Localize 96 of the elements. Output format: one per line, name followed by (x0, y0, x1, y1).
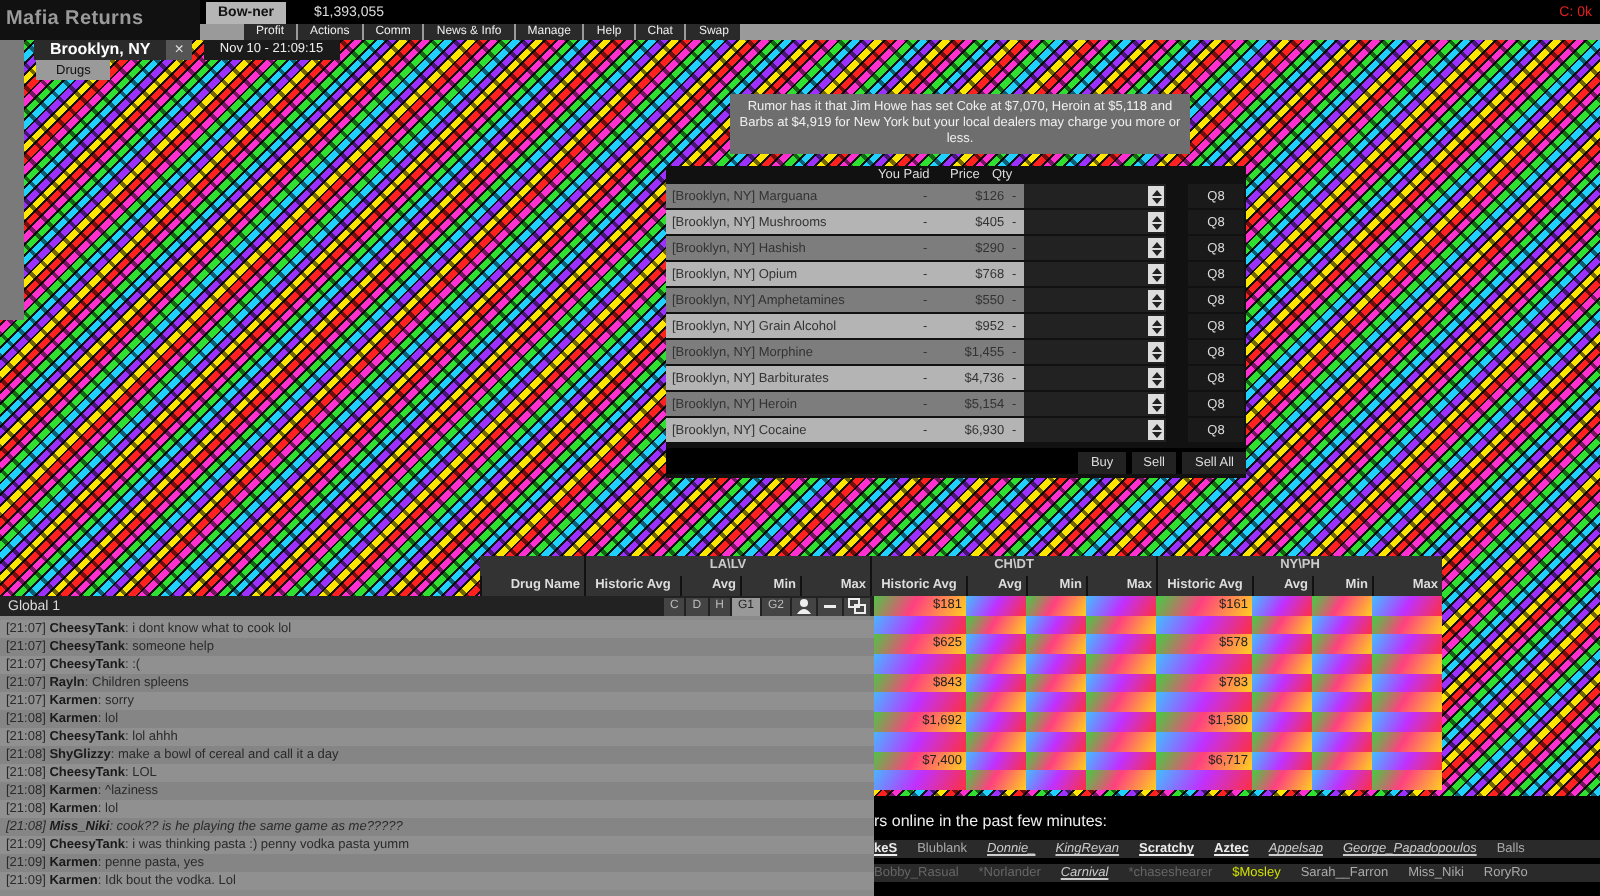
colored-cell (1252, 596, 1312, 616)
spinner-icon[interactable] (1148, 316, 1164, 336)
colored-cell (1252, 615, 1312, 635)
colored-cell (966, 596, 1026, 616)
colored-cell (1156, 731, 1252, 751)
colored-cell (1312, 770, 1372, 790)
colored-cell (1156, 692, 1252, 713)
colored-cell (1026, 712, 1086, 732)
colored-cell (1372, 634, 1442, 655)
colored-cell (1086, 731, 1156, 751)
colored-cell (966, 692, 1026, 713)
colored-cell (1252, 770, 1312, 790)
colored-cell (1312, 634, 1372, 655)
colored-cell (870, 692, 966, 713)
colored-cell (1026, 751, 1086, 771)
colored-cell (1252, 692, 1312, 713)
spinner-icon[interactable] (1148, 264, 1164, 284)
colored-cell (1026, 654, 1086, 674)
colored-cell (1372, 692, 1442, 713)
colored-cell (1372, 596, 1442, 616)
colored-cell (1156, 615, 1252, 635)
colored-cell (1086, 770, 1156, 790)
colored-cell (1026, 615, 1086, 635)
colored-cell (1026, 731, 1086, 751)
quantity-field[interactable] (1024, 236, 1166, 260)
colored-cell (1026, 692, 1086, 713)
colored-cell (1252, 751, 1312, 771)
spinner-icon[interactable] (1148, 342, 1164, 362)
colored-cell (1156, 654, 1252, 674)
colored-cell (870, 770, 966, 790)
colored-cell (1026, 673, 1086, 693)
spinner-icon[interactable] (1148, 186, 1164, 206)
colored-cell (966, 712, 1026, 732)
colored-cell (1026, 634, 1086, 655)
colored-cell (1252, 731, 1312, 751)
colored-cell (1312, 712, 1372, 732)
colored-cell (966, 751, 1026, 771)
colored-cell (1086, 712, 1156, 732)
quantity-field[interactable] (1024, 392, 1166, 416)
spinner-icon[interactable] (1148, 212, 1164, 232)
spinner-icon[interactable] (1148, 420, 1164, 440)
colored-cell (1312, 731, 1372, 751)
quantity-field[interactable] (1024, 418, 1166, 442)
colored-cell (1086, 692, 1156, 713)
quantity-field[interactable] (1024, 210, 1166, 234)
quantity-field[interactable] (1024, 184, 1166, 208)
colored-cell (966, 634, 1026, 655)
spinner-icon[interactable] (1148, 394, 1164, 414)
colored-cell (1086, 634, 1156, 655)
minimize-icon[interactable] (818, 597, 842, 615)
person-icon[interactable] (792, 597, 816, 615)
colored-cell (966, 615, 1026, 635)
colored-cell (966, 731, 1026, 751)
spinner-icon[interactable] (1148, 290, 1164, 310)
quantity-field[interactable] (1024, 314, 1166, 338)
colored-cell (1086, 751, 1156, 771)
colored-cell (1026, 596, 1086, 616)
colored-cell (966, 673, 1026, 693)
colored-cell (1156, 770, 1252, 790)
city-tab[interactable]: Brooklyn, NY (34, 40, 167, 60)
colored-cell (966, 654, 1026, 674)
colored-cell (1252, 712, 1312, 732)
colored-cell (1312, 615, 1372, 635)
spinner-icon[interactable] (1148, 238, 1164, 258)
colored-cell (966, 770, 1026, 790)
colored-cell (1372, 712, 1442, 732)
colored-cell (1252, 654, 1312, 674)
quantity-field[interactable] (1024, 288, 1166, 312)
colored-cell (1372, 615, 1442, 635)
spinner-icon[interactable] (1148, 368, 1164, 388)
colored-cell (1312, 654, 1372, 674)
quantity-field[interactable] (1024, 366, 1166, 390)
colored-cell (1086, 615, 1156, 635)
colored-cell (1086, 654, 1156, 674)
colored-cell (1086, 596, 1156, 616)
colored-cell (1312, 673, 1372, 693)
colored-cell (1372, 673, 1442, 693)
colored-cell (1252, 634, 1312, 655)
colored-cell (1372, 770, 1442, 790)
logo: Mafia Returns (0, 0, 200, 40)
blank-header-cell (480, 556, 584, 576)
colored-cell (1026, 770, 1086, 790)
quantity-field[interactable] (1024, 340, 1166, 364)
colored-cell (1086, 673, 1156, 693)
online-heading: rs online in the past few minutes: (874, 810, 1110, 834)
colored-cell (1372, 654, 1442, 674)
close-button[interactable]: × (166, 40, 192, 60)
colored-cell (1372, 751, 1442, 771)
colored-cell (1312, 751, 1372, 771)
colored-cell (1372, 731, 1442, 751)
colored-cell (1252, 673, 1312, 693)
colored-cell (1312, 596, 1372, 616)
colored-cell (1312, 692, 1372, 713)
window-icon[interactable] (844, 597, 870, 615)
quantity-field[interactable] (1024, 262, 1166, 286)
colored-cell (870, 654, 966, 674)
